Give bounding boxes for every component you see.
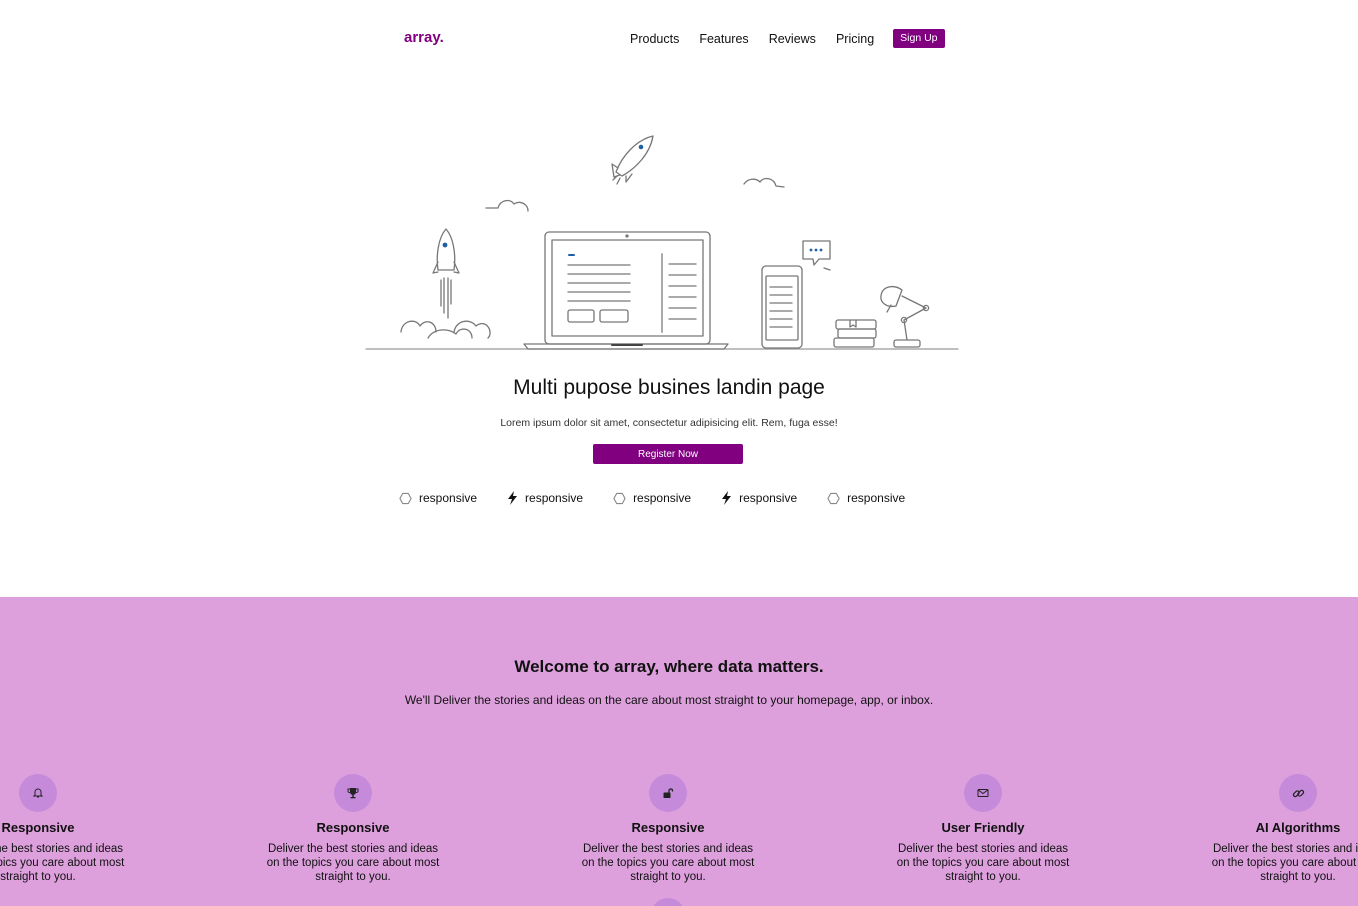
badge-item: responsive [399,491,477,505]
laptop-icon [523,231,729,350]
desk-lamp-icon [880,285,930,348]
nav-link-pricing[interactable]: Pricing [836,32,874,46]
feature-icon-circle [649,774,687,812]
feature-icon-circle [964,774,1002,812]
hexagon-icon [827,492,840,504]
badge-item: responsive [721,491,797,505]
feature-card: AI Algorithms Deliver the best stories a… [1198,774,1358,884]
feature-title: AI Algorithms [1255,820,1341,835]
bolt-icon [508,491,518,505]
badge-label: responsive [739,491,798,505]
bolt-icon [722,491,732,505]
badge-item: responsive [827,491,905,505]
hero-subtitle: Lorem ipsum dolor sit amet, consectetur … [500,417,838,429]
feature-icon-circle [1279,774,1317,812]
badge-label: responsive [525,491,584,505]
feature-card: Responsive Deliver the best stories and … [0,774,138,884]
register-button[interactable]: Register Now [593,444,743,464]
feature-description: Deliver the best stories and ideas on th… [0,843,125,883]
badge-item: responsive [613,491,691,505]
feature-description: Deliver the best stories and ideas on th… [1211,843,1358,883]
hexagon-icon [613,492,626,504]
feature-title: Responsive [631,820,705,835]
badge-label: responsive [847,491,906,505]
feature-title: User Friendly [941,820,1025,835]
chat-bubble-icon [802,240,831,271]
nav-link-products[interactable]: Products [630,32,679,46]
phone-icon [761,265,803,349]
link-icon [1292,789,1304,797]
books-icon [833,319,877,348]
signup-button[interactable]: Sign Up [893,29,945,48]
feature-icon-circle [19,774,57,812]
trophy-icon [347,788,359,799]
feature-badges: responsive responsive responsive respons… [399,491,905,505]
feature-card: Responsive Deliver the best stories and … [253,774,453,884]
envelope-icon [977,789,989,797]
feature-description: Deliver the best stories and ideas on th… [896,843,1070,883]
feature-description: Deliver the best stories and ideas on th… [266,843,440,883]
badge-item: responsive [507,491,583,505]
feature-icon-circle [651,898,685,906]
welcome-subtitle: We'll Deliver the stories and ideas on t… [404,693,934,707]
welcome-title: Welcome to array, where data matters. [514,657,824,676]
feature-title: Responsive [316,820,390,835]
launch-rocket-icon [400,228,491,339]
feature-icon-circle [334,774,372,812]
nav-link-features[interactable]: Features [699,32,748,46]
hero-illustration [365,135,959,350]
nav-links: Products Features Reviews Pricing Sign U… [620,29,945,48]
feature-description: Deliver the best stories and ideas on th… [581,843,755,883]
welcome-section: Welcome to array, where data matters. We… [0,597,1358,906]
badge-label: responsive [633,491,692,505]
feature-card: Responsive Deliver the best stories and … [568,774,768,884]
feature-card: User Friendly Deliver the best stories a… [883,774,1083,884]
bell-icon [32,788,44,798]
brand-logo[interactable]: array. [404,29,444,46]
nav-link-reviews[interactable]: Reviews [769,32,816,46]
hero-title: Multi pupose busines landin page [513,376,825,399]
badge-label: responsive [419,491,478,505]
navbar: array. Products Features Reviews Pricing… [0,0,1358,76]
hexagon-icon [399,492,412,504]
unlock-icon [663,788,674,798]
flying-rocket-icon [611,135,654,185]
feature-title: Responsive [1,820,75,835]
